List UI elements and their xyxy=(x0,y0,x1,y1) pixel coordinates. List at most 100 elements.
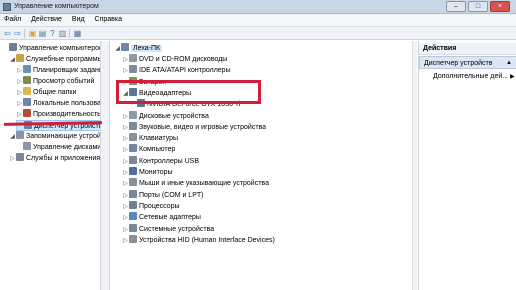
device-tree-root[interactable]: ◢ Леха-ПК xyxy=(114,43,163,55)
node-icon xyxy=(16,131,24,139)
tree-item-label: Запоминающие устройства xyxy=(26,133,101,140)
expand-arrow-icon[interactable]: ▷ xyxy=(9,154,16,165)
folder-up-icon[interactable]: ▣ xyxy=(28,29,37,38)
tree-item-label: Планировщик задани xyxy=(33,67,101,74)
toolbar-separator xyxy=(24,29,25,38)
device-icon xyxy=(129,178,137,187)
device-label: Порты (COM и LPT) xyxy=(139,191,204,199)
device-category[interactable]: ▷ Устройства HID (Human Interface Devices… xyxy=(122,234,275,247)
scan-hardware-icon[interactable]: ▦ xyxy=(73,29,82,38)
actions-pane: Действия Диспетчер устройств ▲ Дополните… xyxy=(418,41,516,290)
device-category[interactable]: ▷ Звуковые, видео и игровые устройства xyxy=(122,121,267,133)
device-icon xyxy=(129,200,137,209)
forward-arrow-icon[interactable]: ⇨ xyxy=(13,29,22,38)
collapse-arrow-icon[interactable]: ◢ xyxy=(9,132,16,143)
vertical-scrollbar[interactable] xyxy=(412,41,417,290)
device-icon xyxy=(129,223,137,232)
node-icon xyxy=(23,109,31,117)
device-category[interactable]: ▷ Системные устройства xyxy=(122,223,215,235)
tree-item-label: Общие папки xyxy=(33,89,77,96)
actions-section[interactable]: Диспетчер устройств ▲ xyxy=(419,56,516,69)
collapse-arrow-icon[interactable]: ◢ xyxy=(9,55,16,66)
expand-arrow-icon[interactable]: ▷ xyxy=(122,236,129,247)
node-icon xyxy=(23,87,31,95)
device-icon xyxy=(129,189,137,198)
node-icon xyxy=(23,76,31,84)
tree-item-label: Производительность xyxy=(33,111,101,118)
device-category[interactable]: ▷ Контроллеры USB xyxy=(122,155,199,167)
tree-item[interactable]: ▷ Планировщик задани xyxy=(16,65,101,76)
device-category[interactable]: ▷ Процессоры xyxy=(122,200,180,212)
device-label: Компьютер xyxy=(139,146,176,154)
maximize-button[interactable]: □ xyxy=(468,1,488,12)
device-category[interactable]: ▷ Клавиатуры xyxy=(122,133,178,144)
device-category[interactable]: ▷ Мониторы xyxy=(122,167,173,178)
toolbar-separator xyxy=(69,29,70,38)
device-label: Мыши и иные указывающие устройства xyxy=(139,180,269,188)
tree-item-label: Управление дисками xyxy=(33,144,101,151)
device-category[interactable]: ▷ Порты (COM и LPT) xyxy=(122,189,204,201)
device-label: Контроллеры USB xyxy=(139,157,199,165)
toolbar: ⇦ ⇨ ▣ ▤ ? ▥ ▦ xyxy=(0,27,516,40)
tree-item-label: Просмотр событий xyxy=(33,78,95,85)
properties-icon[interactable]: ▥ xyxy=(58,29,67,38)
device-label: Процессоры xyxy=(139,202,180,210)
menu-bar: Файл Действие Вид Справка xyxy=(0,14,516,27)
device-category[interactable]: ▷ Мыши и иные указывающие устройства xyxy=(122,178,269,189)
tree-item-label: Службы и приложения xyxy=(26,155,101,162)
device-label: IDE ATA/ATAPI контроллеры xyxy=(139,67,231,75)
menu-action[interactable]: Действие xyxy=(27,14,66,25)
pane-splitter[interactable] xyxy=(101,41,110,290)
device-icon xyxy=(129,212,137,221)
console-tree-icon[interactable]: ▤ xyxy=(38,29,47,38)
device-label: Устройства HID (Human Interface Devices) xyxy=(139,236,275,244)
tree-item[interactable]: ▷ Службы и приложения xyxy=(9,153,100,164)
root-label: Леха-ПК xyxy=(131,45,163,52)
node-icon xyxy=(23,98,31,106)
device-category[interactable]: ▷ Компьютер xyxy=(122,144,175,155)
tree-item[interactable]: ▷ Локальные пользоват xyxy=(16,98,101,109)
device-icon xyxy=(129,167,137,175)
tree-item[interactable]: Управление компьютером (л xyxy=(2,43,101,54)
device-icon xyxy=(129,133,137,142)
device-category[interactable]: ▷ Дисковые устройства xyxy=(122,110,209,122)
actions-section-label: Диспетчер устройств xyxy=(424,60,493,67)
device-icon xyxy=(129,155,137,164)
device-label: Звуковые, видео и игровые устройства xyxy=(139,123,267,131)
device-label: Системные устройства xyxy=(139,225,215,233)
device-label: Дисковые устройства xyxy=(139,112,209,120)
more-actions-link[interactable]: Дополнительные дей... ▶ xyxy=(433,71,515,83)
device-category[interactable]: ▷ IDE ATA/ATAPI контроллеры xyxy=(122,65,231,76)
submenu-arrow-icon: ▶ xyxy=(510,74,515,80)
device-tree: ◢ Леха-ПК ▷ DVD и CD-ROM дисководы ▷ IDE ATA… xyxy=(110,41,417,290)
collapse-up-icon[interactable]: ▲ xyxy=(506,57,512,70)
window-title: Управление компьютером xyxy=(14,3,99,10)
menu-help[interactable]: Справка xyxy=(91,14,126,25)
device-icon xyxy=(129,234,137,243)
tree-item[interactable]: Управление дисками xyxy=(16,142,101,153)
device-icon xyxy=(129,144,137,153)
collapse-arrow-icon[interactable]: ◢ xyxy=(114,44,121,55)
menu-file[interactable]: Файл xyxy=(0,14,25,25)
device-label: Клавиатуры xyxy=(139,135,179,143)
tree-item[interactable]: ▷ Производительность xyxy=(16,109,101,120)
back-arrow-icon[interactable]: ⇦ xyxy=(3,29,12,38)
tree-item-label: Управление компьютером (л xyxy=(19,45,101,52)
tree-item[interactable]: ▷ Просмотр событий xyxy=(16,76,94,87)
node-icon xyxy=(16,153,24,161)
minimize-button[interactable]: – xyxy=(446,1,466,12)
help-icon[interactable]: ? xyxy=(48,29,57,38)
tree-item[interactable]: ◢ Служебные программы xyxy=(9,54,100,66)
tree-item[interactable]: ◢ Запоминающие устройства xyxy=(9,131,101,143)
close-button[interactable]: × xyxy=(490,1,510,12)
menu-view[interactable]: Вид xyxy=(68,14,89,25)
device-category[interactable]: ▷ DVD и CD-ROM дисководы xyxy=(122,54,227,65)
device-category[interactable]: ▷ Сетевые адаптеры xyxy=(122,212,201,223)
highlight-box xyxy=(116,80,261,104)
computer-icon xyxy=(121,43,129,51)
title-bar: Управление компьютером – □ × xyxy=(0,0,516,14)
tree-item[interactable]: ▷ Общие папки xyxy=(16,87,76,98)
tree-item-label: Локальные пользоват xyxy=(33,100,101,107)
computer-management-icon xyxy=(3,3,11,11)
node-icon xyxy=(9,43,17,51)
